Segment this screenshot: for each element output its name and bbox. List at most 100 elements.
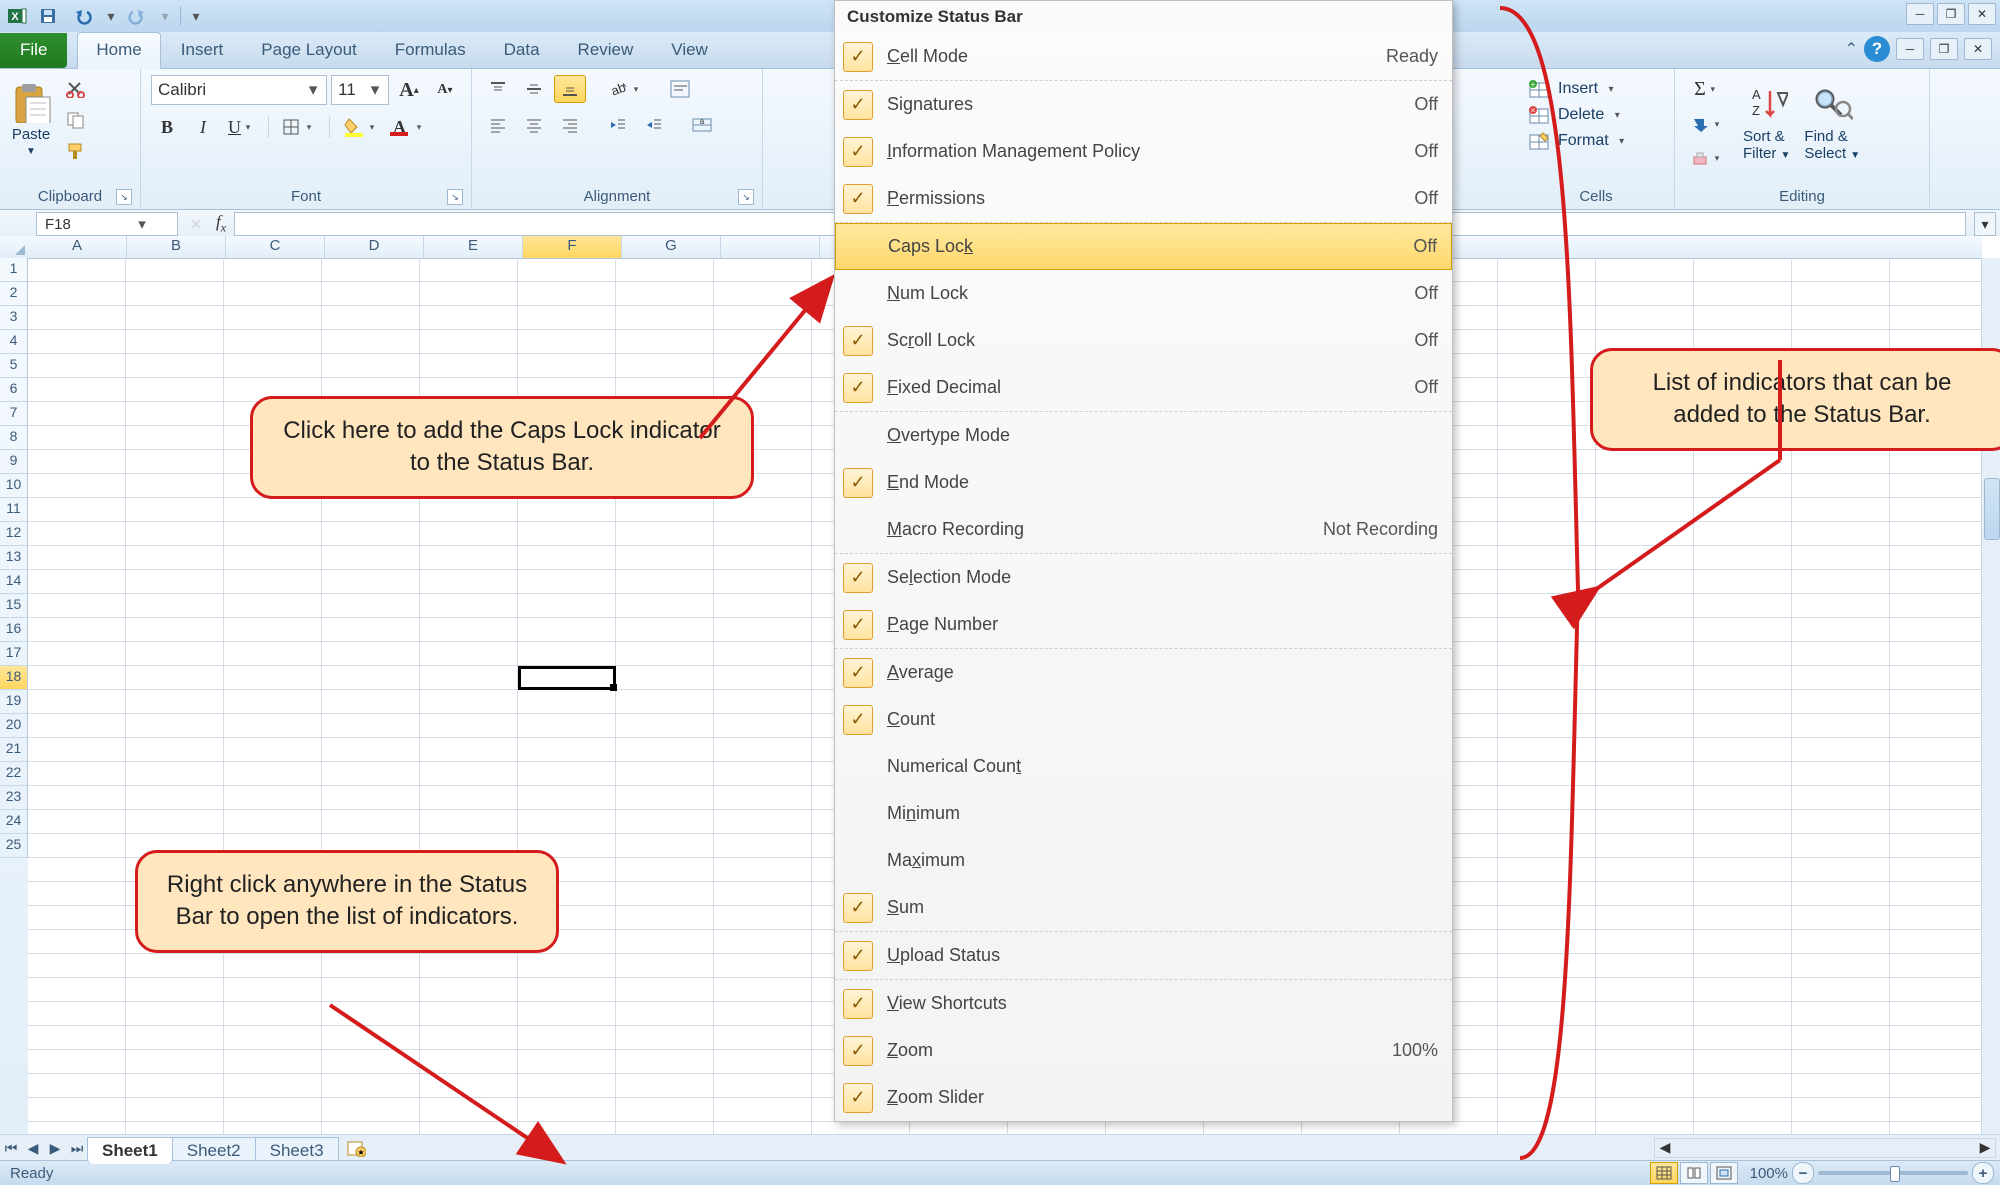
paste-button[interactable]: Paste ▼ [10, 83, 52, 157]
sheet-nav-prev[interactable]: ◀ [22, 1138, 44, 1158]
row-header[interactable]: 14 [0, 570, 28, 594]
bold-button[interactable]: B [151, 113, 183, 141]
row-header[interactable]: 7 [0, 402, 28, 426]
copy-button[interactable] [60, 106, 92, 134]
tab-view[interactable]: View [653, 33, 726, 68]
menu-item-scroll-lock[interactable]: ✓Scroll LockOff [835, 317, 1452, 364]
menu-item-zoom[interactable]: ✓Zoom100% [835, 1027, 1452, 1074]
menu-item-view-shortcuts[interactable]: ✓View Shortcuts [835, 980, 1452, 1027]
view-layout-button[interactable] [1680, 1162, 1708, 1184]
underline-button[interactable]: U▾ [223, 113, 260, 141]
row-headers[interactable]: 1234567891011121314151617181920212223242… [0, 258, 28, 1135]
menu-item-upload-status[interactable]: ✓Upload Status [835, 932, 1452, 980]
increase-indent-button[interactable] [638, 111, 670, 139]
row-header[interactable]: 22 [0, 762, 28, 786]
undo-dropdown[interactable]: ▾ [104, 8, 118, 25]
zoom-slider[interactable] [1818, 1171, 1968, 1175]
select-all-corner[interactable] [0, 236, 29, 259]
row-header[interactable]: 24 [0, 810, 28, 834]
menu-item-maximum[interactable]: ✓Maximum [835, 837, 1452, 884]
active-cell[interactable] [518, 666, 616, 690]
row-header[interactable]: 2 [0, 282, 28, 306]
name-box[interactable]: F18▾ [36, 212, 178, 236]
column-header[interactable]: G [622, 236, 721, 258]
fx-icon[interactable]: fx [216, 212, 226, 235]
undo-button[interactable] [68, 2, 100, 30]
redo-button[interactable] [122, 2, 154, 30]
tab-review[interactable]: Review [560, 33, 652, 68]
sheet-tab-sheet1[interactable]: Sheet1 [87, 1137, 173, 1164]
tab-home[interactable]: Home [77, 32, 160, 69]
font-dialog-launcher[interactable]: ↘ [447, 189, 463, 205]
row-header[interactable]: 21 [0, 738, 28, 762]
align-center-button[interactable] [518, 111, 550, 139]
menu-item-signatures[interactable]: ✓SignaturesOff [835, 81, 1452, 128]
row-header[interactable]: 11 [0, 498, 28, 522]
row-header[interactable]: 18 [0, 666, 28, 690]
merge-button[interactable]: a [686, 111, 718, 139]
minimize-button[interactable]: ─ [1906, 3, 1934, 25]
menu-item-selection-mode[interactable]: ✓Selection Mode [835, 554, 1452, 601]
workbook-close[interactable]: ✕ [1964, 38, 1992, 60]
menu-item-overtype[interactable]: ✓Overtype Mode [835, 412, 1452, 459]
row-header[interactable]: 15 [0, 594, 28, 618]
align-middle-button[interactable] [518, 75, 550, 103]
menu-item-fixed-decimal[interactable]: ✓Fixed DecimalOff [835, 364, 1452, 412]
workbook-restore[interactable]: ❐ [1930, 38, 1958, 60]
italic-button[interactable]: I [187, 113, 219, 141]
menu-item-imp[interactable]: ✓Information Management PolicyOff [835, 128, 1452, 175]
orientation-button[interactable]: ab▾ [602, 75, 648, 103]
menu-item-cell-mode[interactable]: ✓Cell ModeReady [835, 33, 1452, 81]
row-header[interactable]: 3 [0, 306, 28, 330]
font-color-button[interactable]: A▾ [388, 113, 443, 141]
row-header[interactable]: 13 [0, 546, 28, 570]
row-header[interactable]: 20 [0, 714, 28, 738]
menu-item-num-lock[interactable]: ✓Num LockOff [835, 270, 1452, 317]
column-header[interactable]: F [523, 236, 622, 258]
menu-item-sum[interactable]: ✓Sum [835, 884, 1452, 932]
formula-bar-expand[interactable]: ▾ [1974, 212, 1996, 236]
row-header[interactable]: 1 [0, 258, 28, 282]
row-header[interactable]: 12 [0, 522, 28, 546]
column-header[interactable] [721, 236, 820, 258]
font-size-select[interactable]: 11▾ [331, 75, 389, 105]
sheet-nav-first[interactable]: ⏮ [0, 1138, 22, 1158]
menu-item-macro[interactable]: ✓Macro RecordingNot Recording [835, 506, 1452, 554]
clipboard-dialog-launcher[interactable]: ↘ [116, 189, 132, 205]
menu-item-caps-lock[interactable]: ✓Caps LockOff [835, 223, 1452, 270]
tab-formulas[interactable]: Formulas [377, 33, 484, 68]
column-header[interactable]: A [28, 236, 127, 258]
align-right-button[interactable] [554, 111, 586, 139]
align-left-button[interactable] [482, 111, 514, 139]
row-header[interactable]: 19 [0, 690, 28, 714]
zoom-out-button[interactable]: − [1792, 1162, 1814, 1184]
align-top-button[interactable] [482, 75, 514, 103]
sheet-nav-next[interactable]: ▶ [44, 1138, 66, 1158]
row-header[interactable]: 10 [0, 474, 28, 498]
vertical-scroll-thumb[interactable] [1984, 478, 2000, 540]
tab-data[interactable]: Data [486, 33, 558, 68]
menu-item-minimum[interactable]: ✓Minimum [835, 790, 1452, 837]
fill-color-button[interactable]: ▾ [338, 113, 384, 141]
menu-item-average[interactable]: ✓Average [835, 649, 1452, 696]
menu-item-page-number[interactable]: ✓Page Number [835, 601, 1452, 649]
alignment-dialog-launcher[interactable]: ↘ [738, 189, 754, 205]
zoom-in-button[interactable]: + [1972, 1162, 1994, 1184]
row-header[interactable]: 5 [0, 354, 28, 378]
column-header[interactable]: E [424, 236, 523, 258]
column-header[interactable]: C [226, 236, 325, 258]
view-pagebreak-button[interactable] [1710, 1162, 1738, 1184]
zoom-level[interactable]: 100% [1750, 1165, 1788, 1182]
row-header[interactable]: 23 [0, 786, 28, 810]
help-icon[interactable]: ? [1864, 36, 1890, 62]
font-name-select[interactable]: Calibri▾ [151, 75, 327, 105]
format-painter-button[interactable] [60, 137, 92, 165]
menu-item-zoom-slider[interactable]: ✓Zoom Slider [835, 1074, 1452, 1121]
save-button[interactable] [32, 2, 64, 30]
align-bottom-button[interactable] [554, 75, 586, 103]
sheet-nav-last[interactable]: ⏭ [66, 1138, 88, 1158]
menu-item-numerical-count[interactable]: ✓Numerical Count [835, 743, 1452, 790]
tab-insert[interactable]: Insert [163, 33, 242, 68]
row-header[interactable]: 8 [0, 426, 28, 450]
column-header[interactable]: D [325, 236, 424, 258]
